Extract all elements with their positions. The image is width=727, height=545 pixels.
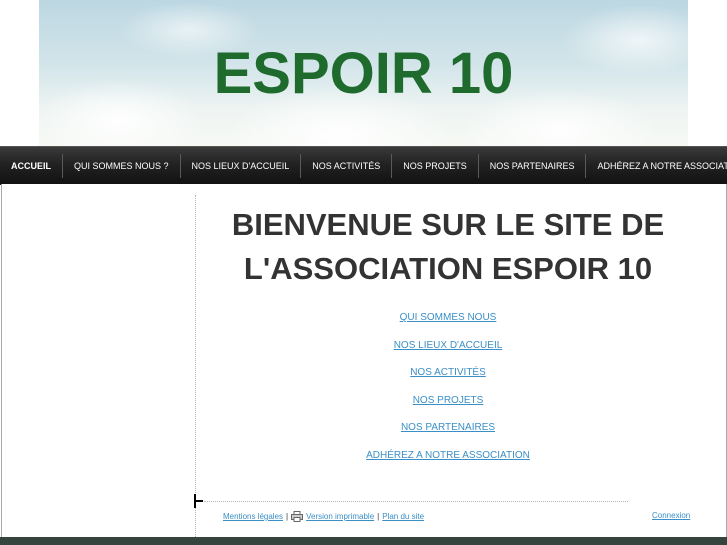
bottom-bar bbox=[0, 537, 727, 545]
footer-divider bbox=[204, 501, 628, 502]
link-qui-sommes-nous[interactable]: QUI SOMMES NOUS bbox=[210, 311, 686, 339]
nav-item-projets[interactable]: NOS PROJETS bbox=[392, 154, 479, 178]
content-links: QUI SOMMES NOUS NOS LIEUX D'ACCUEIL NOS … bbox=[210, 311, 686, 476]
footer-separator: | bbox=[377, 512, 380, 521]
link-activites[interactable]: NOS ACTIVITÉS bbox=[210, 366, 686, 394]
site-logo-title: ESPOIR 10 bbox=[213, 41, 514, 106]
sitemap-link[interactable]: Plan du site bbox=[382, 512, 424, 521]
footer-links: Mentions légales | Version imprimable | … bbox=[223, 511, 424, 522]
link-lieux-accueil[interactable]: NOS LIEUX D'ACCUEIL bbox=[210, 339, 686, 367]
legal-link[interactable]: Mentions légales bbox=[223, 512, 283, 521]
main-nav: ACCUEIL QUI SOMMES NOUS ? NOS LIEUX D'AC… bbox=[0, 146, 727, 185]
print-version-link[interactable]: Version imprimable bbox=[306, 512, 374, 521]
footer-separator: | bbox=[286, 512, 289, 521]
page-title: BIENVENUE SUR LE SITE DE L'ASSOCIATION E… bbox=[210, 203, 686, 291]
nav-item-adherez[interactable]: ADHÉREZ A NOTRE ASSOCIATION bbox=[586, 154, 727, 178]
nav-item-accueil[interactable]: ACCUEIL bbox=[0, 154, 63, 178]
link-projets[interactable]: NOS PROJETS bbox=[210, 394, 686, 422]
link-adherez[interactable]: ADHÉREZ A NOTRE ASSOCIATION bbox=[210, 449, 686, 477]
page-title-line2: L'ASSOCIATION ESPOIR 10 bbox=[243, 251, 653, 286]
nav-item-qui-sommes-nous[interactable]: QUI SOMMES NOUS ? bbox=[63, 154, 181, 178]
header-banner: ESPOIR 10 bbox=[39, 0, 688, 146]
page-title-line1: BIENVENUE SUR LE SITE DE bbox=[231, 207, 665, 242]
printer-icon[interactable] bbox=[291, 511, 304, 522]
sidebar-divider bbox=[195, 195, 196, 537]
nav-item-activites[interactable]: NOS ACTIVITÉS bbox=[301, 154, 393, 178]
nav-item-partenaires[interactable]: NOS PARTENAIRES bbox=[479, 154, 587, 178]
login-link[interactable]: Connexion bbox=[652, 511, 690, 520]
nav-item-lieux-accueil[interactable]: NOS LIEUX D'ACCUEIL bbox=[181, 154, 302, 178]
resize-handle[interactable] bbox=[194, 494, 204, 508]
link-partenaires[interactable]: NOS PARTENAIRES bbox=[210, 421, 686, 449]
